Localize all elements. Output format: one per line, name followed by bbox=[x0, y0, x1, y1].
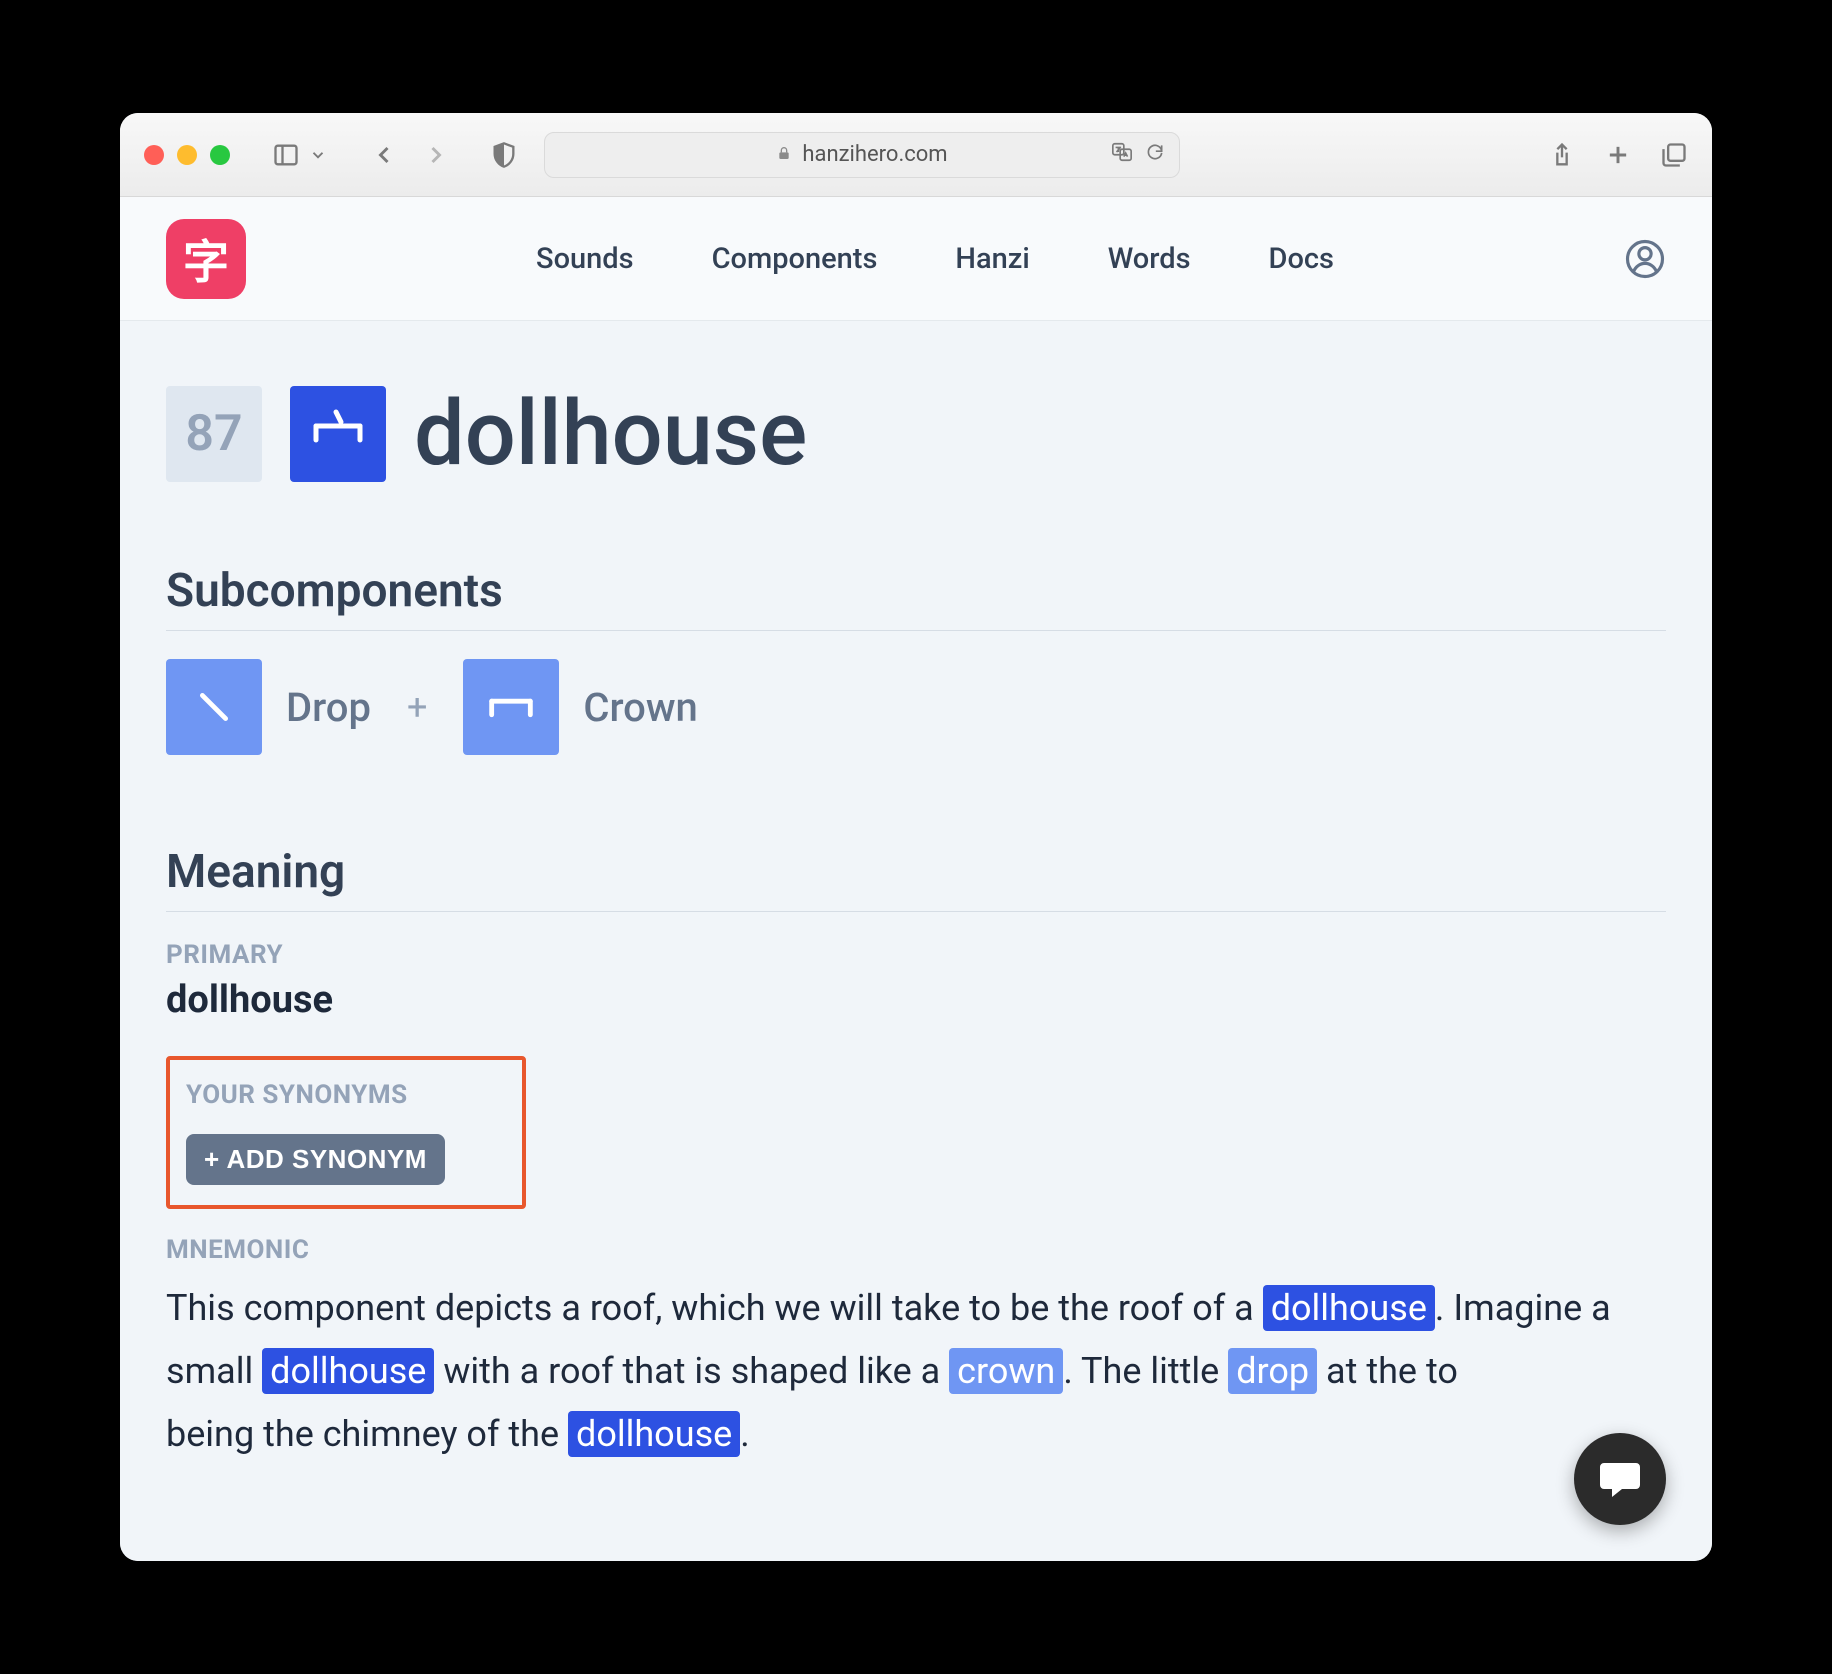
chevron-down-icon[interactable] bbox=[304, 141, 332, 169]
chat-button[interactable] bbox=[1574, 1433, 1666, 1525]
translate-icon[interactable] bbox=[1111, 141, 1133, 169]
component-glyph-badge bbox=[290, 386, 386, 482]
nav-words[interactable]: Words bbox=[1108, 242, 1191, 276]
primary-meaning-value: dollhouse bbox=[166, 978, 1666, 1022]
subcomponent-drop-icon[interactable] bbox=[166, 659, 262, 755]
synonyms-highlight-box: YOUR SYNONYMS + ADD SYNONYM bbox=[166, 1056, 526, 1209]
mnemonic-text: This component depicts a roof, which we … bbox=[166, 1277, 1666, 1466]
title-row: 87 dollhouse bbox=[166, 381, 1666, 486]
meaning-heading: Meaning bbox=[166, 845, 1666, 912]
subcomponents-row: Drop + Crown bbox=[166, 659, 1666, 755]
share-icon[interactable] bbox=[1548, 141, 1576, 169]
site-header: 字 Sounds Components Hanzi Words Docs bbox=[120, 197, 1712, 321]
site-logo[interactable]: 字 bbox=[166, 219, 246, 299]
back-button[interactable] bbox=[370, 141, 398, 169]
nav-components[interactable]: Components bbox=[712, 242, 878, 276]
mnemonic-label: MNEMONIC bbox=[166, 1235, 1666, 1265]
add-synonym-button[interactable]: + ADD SYNONYM bbox=[186, 1134, 445, 1185]
maximize-window-button[interactable] bbox=[210, 145, 230, 165]
profile-icon[interactable] bbox=[1624, 238, 1666, 280]
mnemonic-highlight-drop: drop bbox=[1228, 1348, 1317, 1394]
close-window-button[interactable] bbox=[144, 145, 164, 165]
component-number-badge: 87 bbox=[166, 386, 262, 482]
titlebar: hanzihero.com bbox=[120, 113, 1712, 197]
mnemonic-highlight-crown: crown bbox=[949, 1348, 1063, 1394]
reload-icon[interactable] bbox=[1145, 142, 1165, 168]
mnemonic-highlight-dollhouse: dollhouse bbox=[262, 1348, 434, 1394]
tabs-icon[interactable] bbox=[1660, 141, 1688, 169]
nav-hanzi[interactable]: Hanzi bbox=[955, 242, 1029, 276]
lock-icon bbox=[776, 145, 792, 165]
url-bar[interactable]: hanzihero.com bbox=[544, 132, 1180, 178]
page-title: dollhouse bbox=[414, 381, 807, 486]
subcomponents-heading: Subcomponents bbox=[166, 564, 1666, 631]
url-text: hanzihero.com bbox=[802, 142, 947, 167]
nav-docs[interactable]: Docs bbox=[1269, 242, 1334, 276]
mnemonic-highlight-dollhouse: dollhouse bbox=[568, 1411, 740, 1457]
subcomponent-crown-icon[interactable] bbox=[463, 659, 559, 755]
page-content: 87 dollhouse Subcomponents Drop + Crown … bbox=[120, 321, 1712, 1561]
window-controls bbox=[144, 145, 230, 165]
sidebar-icon[interactable] bbox=[272, 141, 300, 169]
minimize-window-button[interactable] bbox=[177, 145, 197, 165]
new-tab-icon[interactable] bbox=[1604, 141, 1632, 169]
subcomponent-crown-label[interactable]: Crown bbox=[583, 684, 697, 731]
browser-window: hanzihero.com 字 bbox=[120, 113, 1712, 1561]
subcomponent-drop-label[interactable]: Drop bbox=[286, 684, 371, 731]
plus-separator: + bbox=[407, 686, 427, 728]
shield-icon[interactable] bbox=[490, 141, 518, 169]
forward-button[interactable] bbox=[422, 141, 450, 169]
primary-label: PRIMARY bbox=[166, 940, 1666, 970]
main-nav: Sounds Components Hanzi Words Docs bbox=[246, 242, 1624, 276]
your-synonyms-label: YOUR SYNONYMS bbox=[186, 1080, 506, 1110]
mnemonic-highlight-dollhouse: dollhouse bbox=[1263, 1285, 1435, 1331]
nav-sounds[interactable]: Sounds bbox=[536, 242, 634, 276]
